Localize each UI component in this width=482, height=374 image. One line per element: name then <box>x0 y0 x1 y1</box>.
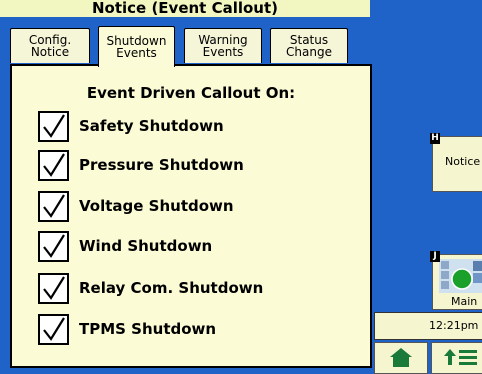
callout-option-row[interactable]: TPMS Shutdown <box>38 311 216 347</box>
relay-com-shutdown-checkbox[interactable] <box>38 272 69 304</box>
tab-label-line2: Change <box>286 45 332 59</box>
pressure-shutdown-checkbox[interactable] <box>38 149 69 181</box>
main-screen-thumbnail-icon <box>439 259 482 293</box>
main-button[interactable]: Main <box>432 254 482 310</box>
tpms-shutdown-checkbox[interactable] <box>38 313 69 345</box>
tab-status-change[interactable]: Status Change <box>270 28 348 63</box>
up-arrow-menu-icon <box>444 349 477 365</box>
tab-label-line2: Events <box>202 45 244 59</box>
checkmark-icon <box>43 233 65 258</box>
option-label: TPMS Shutdown <box>79 320 217 338</box>
tab-shutdown-events[interactable]: Shutdown Events <box>98 26 175 67</box>
notice-button[interactable]: Notice <box>432 136 482 192</box>
tab-label-line2: Events <box>116 46 157 60</box>
menu-button[interactable] <box>431 342 482 374</box>
window-title: Notice (Event Callout) <box>0 0 370 17</box>
option-label: Voltage Shutdown <box>79 197 234 215</box>
tab-warning-events[interactable]: Warning Events <box>184 28 262 63</box>
panel-heading: Event Driven Callout On: <box>86 84 296 102</box>
option-label: Pressure Shutdown <box>79 156 244 174</box>
option-label: Relay Com. Shutdown <box>79 279 264 297</box>
shutdown-events-panel: Event Driven Callout On: Safety Shutdown… <box>10 64 372 368</box>
safety-shutdown-checkbox[interactable] <box>38 110 69 142</box>
main-button-label: Main <box>451 295 478 308</box>
callout-option-row[interactable]: Voltage Shutdown <box>38 188 234 224</box>
callout-option-row[interactable]: Wind Shutdown <box>38 228 212 264</box>
tab-label-line2: Notice <box>30 45 70 59</box>
clock-display: 12:21pm <box>374 312 482 340</box>
voltage-shutdown-checkbox[interactable] <box>38 190 69 222</box>
tab-config-notice[interactable]: Config. Notice <box>10 28 90 63</box>
checkmark-icon <box>43 316 65 341</box>
wind-shutdown-checkbox[interactable] <box>38 230 69 262</box>
home-icon <box>390 348 412 367</box>
option-label: Safety Shutdown <box>79 117 224 135</box>
callout-option-row[interactable]: Pressure Shutdown <box>38 147 244 183</box>
callout-option-row[interactable]: Safety Shutdown <box>38 108 224 144</box>
callout-option-row[interactable]: Relay Com. Shutdown <box>38 270 263 306</box>
checkmark-icon <box>43 193 65 218</box>
clock-text: 12:21pm <box>429 319 479 332</box>
option-label: Wind Shutdown <box>79 237 213 255</box>
home-button[interactable] <box>374 342 428 374</box>
checkmark-icon <box>43 152 65 177</box>
notice-button-label: Notice <box>445 155 481 168</box>
checkmark-icon <box>43 275 65 300</box>
hotkey-badge-h: H <box>430 133 440 144</box>
hotkey-badge-j: J <box>430 251 440 262</box>
checkmark-icon <box>43 113 65 138</box>
